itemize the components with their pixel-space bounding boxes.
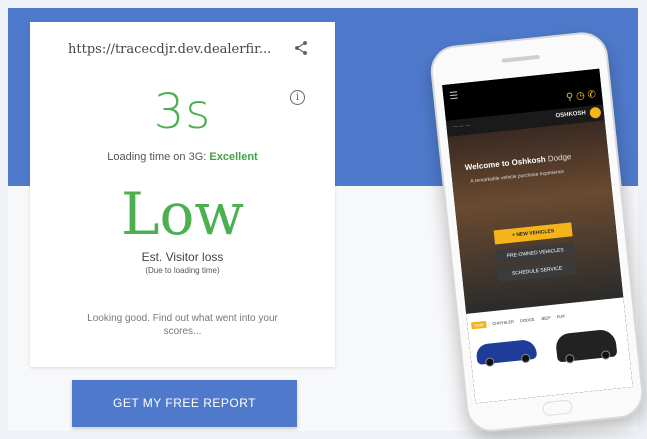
hamburger-icon: ☰ [448,90,459,103]
schedule-service-button: SCHEDULE SERVICE [497,260,577,283]
brand-tab: DODGE [519,316,535,324]
brand-tab: JEEP [540,315,551,322]
phone-speaker [501,54,540,63]
summary-message: Looking good. Find out what went into yo… [87,313,278,337]
visitor-loss-value: Low [120,180,245,248]
loading-time-label: Loading time on 3G: Excellent [30,151,335,163]
loading-time-prefix: Loading time on 3G: [107,151,207,163]
visitor-loss-label: Est. Visitor loss [141,250,224,264]
wheel [520,353,531,364]
stage: https://tracecdjr.dev.dealerfir... i 3s … [0,0,647,439]
car-image-minivan [554,328,618,364]
phone-home-button [541,399,574,417]
dealer-badge-icon [589,106,602,119]
tested-url: https://tracecdjr.dev.dealerfir... [68,42,272,57]
site-hero: Welcome to Oshkosh Dodge A remarkable ve… [447,120,624,314]
load-time-value: 3s [153,84,212,140]
wheel [564,353,575,364]
wheel [484,357,495,368]
hero-title-suffix: Dodge [547,152,572,164]
nav-links: — — — [452,122,471,131]
brand-tab: RAM [471,320,487,330]
phone-screen: ☰ ⚲ ◷ ✆ — — — OSHKOSH Welcome to Oshkosh… [442,68,633,404]
brand-tab: CHRYSLER [492,318,515,327]
hero-subtitle: A remarkable vehicle purchase experience [470,168,565,185]
car-image-sedan [475,338,538,368]
new-vehicles-button: + NEW VEHICLES [493,222,573,245]
visitor-loss-note: (Due to loading time) [145,266,220,275]
contact-icons: ⚲ ◷ ✆ [565,89,597,104]
loading-time-rating: Excellent [209,151,258,163]
speed-score-card: https://tracecdjr.dev.dealerfir... i 3s … [30,22,335,367]
dealer-logo: OSHKOSH [555,110,587,120]
wheel [600,350,611,360]
brand-tabs: RAM CHRYSLER DODGE JEEP FIAT [471,308,621,330]
site-inventory-section: RAM CHRYSLER DODGE JEEP FIAT [466,297,633,404]
hero-title-main: Welcome to Oshkosh [464,154,547,173]
share-icon[interactable] [293,40,309,56]
get-report-button[interactable]: GET MY FREE REPORT [72,380,297,427]
brand-tab: FIAT [556,313,566,320]
